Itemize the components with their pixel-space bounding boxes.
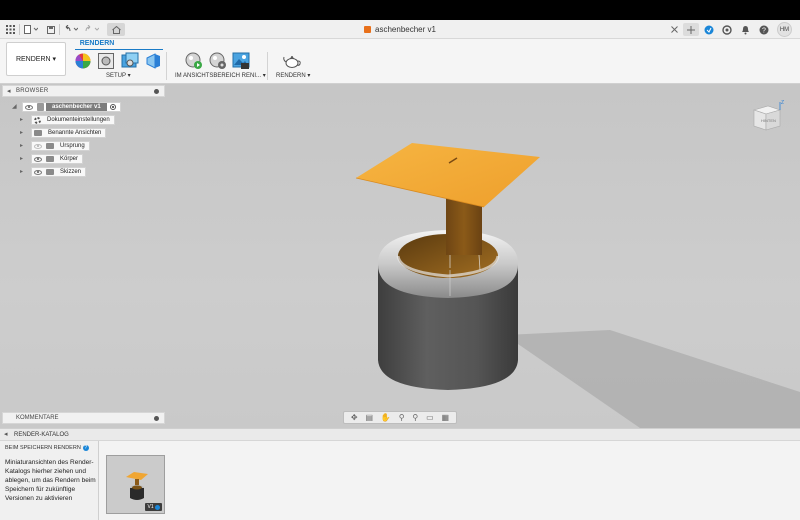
folder-icon	[46, 143, 54, 149]
navigation-bar: ✥ ▤ ✋ ⚲ ⚲ ▭ ▦	[343, 411, 457, 424]
browser-item-bodies[interactable]: ▸ Körper	[20, 154, 84, 164]
redo-icon[interactable]	[84, 23, 100, 36]
zoom-icon[interactable]: ⚲	[399, 413, 405, 422]
appearance-icon[interactable]	[74, 52, 92, 70]
undo-icon[interactable]	[63, 23, 79, 36]
screen-top-bar	[0, 0, 800, 20]
look-at-icon[interactable]: ▤	[365, 413, 373, 422]
browser-item-origin[interactable]: ▸ Ursprung	[20, 141, 90, 151]
render-catalog-description: Miniaturansichten des Render-Katalogs hi…	[5, 459, 96, 502]
home-icon[interactable]	[107, 23, 125, 36]
expand-arrow-icon[interactable]: ▸	[20, 117, 26, 123]
folder-icon	[46, 169, 54, 175]
close-tab-icon[interactable]	[669, 23, 679, 36]
job-status-icon[interactable]	[721, 23, 733, 36]
3d-viewport[interactable]	[0, 84, 800, 428]
viewcube-axis-label: Z	[781, 100, 784, 106]
browser-item-named-views[interactable]: ▸ Benannte Ansichten	[20, 128, 107, 138]
visibility-eye-icon[interactable]	[34, 143, 42, 149]
file-menu-icon[interactable]	[23, 23, 39, 36]
comments-panel-header[interactable]: KOMMENTARE	[2, 412, 165, 424]
in-canvas-render-icon[interactable]	[185, 52, 203, 70]
help-icon[interactable]: ?	[758, 23, 770, 36]
environment-library-icon[interactable]	[121, 52, 139, 70]
pan-hand-icon[interactable]: ✋	[381, 413, 391, 422]
new-tab-icon[interactable]	[683, 23, 699, 36]
tab-underline	[75, 49, 163, 50]
grid-settings-icon[interactable]: ▦	[442, 413, 450, 422]
floor-shadow	[505, 330, 800, 428]
render-on-save-label: BEIM SPEICHERN RENDERN?	[5, 445, 89, 451]
setup-group-label[interactable]: SETUP ▾	[106, 72, 131, 79]
expand-arrow-icon[interactable]: ▸	[20, 143, 26, 149]
save-icon[interactable]	[45, 23, 57, 36]
folder-icon	[34, 130, 42, 136]
model-render	[355, 143, 800, 428]
render-catalog-info: BEIM SPEICHERN RENDERN? Miniaturansichte…	[0, 441, 99, 520]
expand-arrow-icon[interactable]: ▸	[20, 169, 26, 175]
collapse-down-icon[interactable]: ◂	[4, 430, 8, 438]
notifications-bell-icon[interactable]	[739, 23, 751, 36]
panel-pin-icon[interactable]	[154, 89, 159, 94]
workspace-switcher-button[interactable]: RENDERN ▾	[6, 42, 66, 76]
view-cube[interactable]: HINTEN Z	[750, 100, 784, 134]
browser-root-item[interactable]: ◢ aschenbecher v1	[12, 102, 121, 112]
app-grid-icon[interactable]	[4, 23, 16, 36]
help-icon[interactable]: ?	[82, 445, 89, 451]
sync-status-icon[interactable]	[703, 23, 715, 36]
visibility-eye-icon[interactable]	[34, 169, 42, 175]
active-radio-icon[interactable]	[109, 104, 116, 110]
visibility-eye-icon[interactable]	[25, 104, 33, 110]
gear-icon	[34, 116, 41, 124]
in-canvas-settings-icon[interactable]	[209, 52, 227, 70]
visibility-eye-icon[interactable]	[34, 156, 42, 162]
capture-image-icon[interactable]	[232, 52, 250, 70]
render-status-icon	[155, 504, 160, 510]
folder-icon	[46, 156, 54, 162]
render-thumbnail[interactable]: V1	[106, 455, 165, 514]
expand-arrow-icon[interactable]: ▸	[20, 156, 26, 162]
title-bar: aschenbecher v1 ? HM	[0, 20, 800, 39]
panel-pin-icon[interactable]	[154, 416, 159, 421]
render-catalog-header[interactable]: ◂ RENDER-KATALOG	[0, 429, 800, 441]
toolbar-separator	[166, 52, 167, 80]
display-settings-icon[interactable]: ▭	[426, 413, 434, 422]
viewcube-face-label: HINTEN	[761, 118, 776, 123]
document-cube-icon	[364, 26, 372, 33]
fit-zoom-icon[interactable]: ⚲	[412, 413, 418, 422]
user-avatar[interactable]: HM	[777, 22, 792, 37]
lid-plate	[356, 143, 540, 207]
ribbon-toolbar: RENDERN ▾ RENDERN SETUP ▾ IM ANSICHTSBER…	[0, 39, 800, 84]
collapse-left-icon[interactable]: ◂	[7, 87, 11, 95]
browser-item-document-settings[interactable]: ▸ Dokumenteinstellungen	[20, 115, 115, 125]
expand-arrow-icon[interactable]: ▸	[20, 130, 26, 136]
scene-settings-icon[interactable]	[97, 52, 115, 70]
tab-render[interactable]: RENDERN	[78, 40, 116, 47]
browser-item-sketches[interactable]: ▸ Skizzen	[20, 167, 87, 177]
svg-text:?: ?	[762, 27, 766, 34]
render-teapot-icon[interactable]	[282, 52, 302, 70]
document-icon	[37, 103, 44, 111]
browser-panel-header[interactable]: ◂ BROWSER	[2, 85, 165, 97]
chevron-down-icon: ▾	[52, 56, 57, 63]
in-canvas-group-label[interactable]: IM ANSICHTSBEREICH RENI... ▾	[175, 72, 266, 79]
version-badge: V1	[145, 503, 162, 511]
texture-map-icon[interactable]	[144, 52, 162, 70]
orbit-icon[interactable]: ✥	[351, 413, 358, 422]
collapse-arrow-icon[interactable]: ◢	[12, 104, 18, 110]
render-group-label[interactable]: RENDERN ▾	[276, 72, 310, 79]
toolbar-separator	[267, 52, 268, 80]
